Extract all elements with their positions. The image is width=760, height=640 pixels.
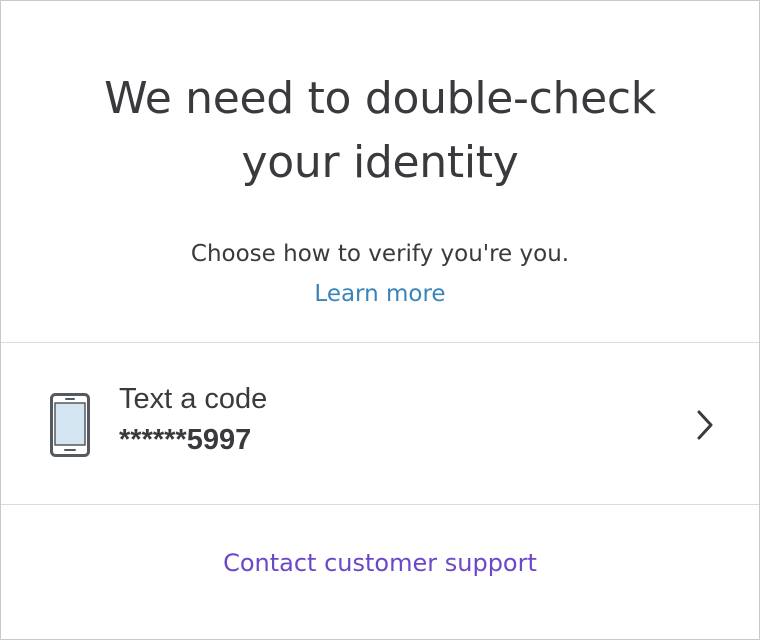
verify-option-text-code[interactable]: Text a code ******5997 (1, 343, 759, 505)
option-text: Text a code ******5997 (119, 381, 267, 457)
header-section: We need to double-check your identity Ch… (1, 1, 759, 343)
option-label: Text a code (119, 383, 268, 415)
footer-section: Contact customer support (1, 505, 759, 579)
page-title: We need to double-check your identity (104, 73, 656, 188)
learn-more-link[interactable]: Learn more (314, 279, 445, 309)
page-subtitle: Choose how to verify you're you. (190, 241, 570, 267)
identity-verification-card: We need to double-check your identity Ch… (0, 0, 760, 640)
chevron-right-icon (695, 409, 715, 441)
contact-support-link[interactable]: Contact customer support (223, 549, 537, 577)
masked-phone-number: ******5997 (119, 424, 252, 456)
phone-icon (50, 393, 92, 457)
